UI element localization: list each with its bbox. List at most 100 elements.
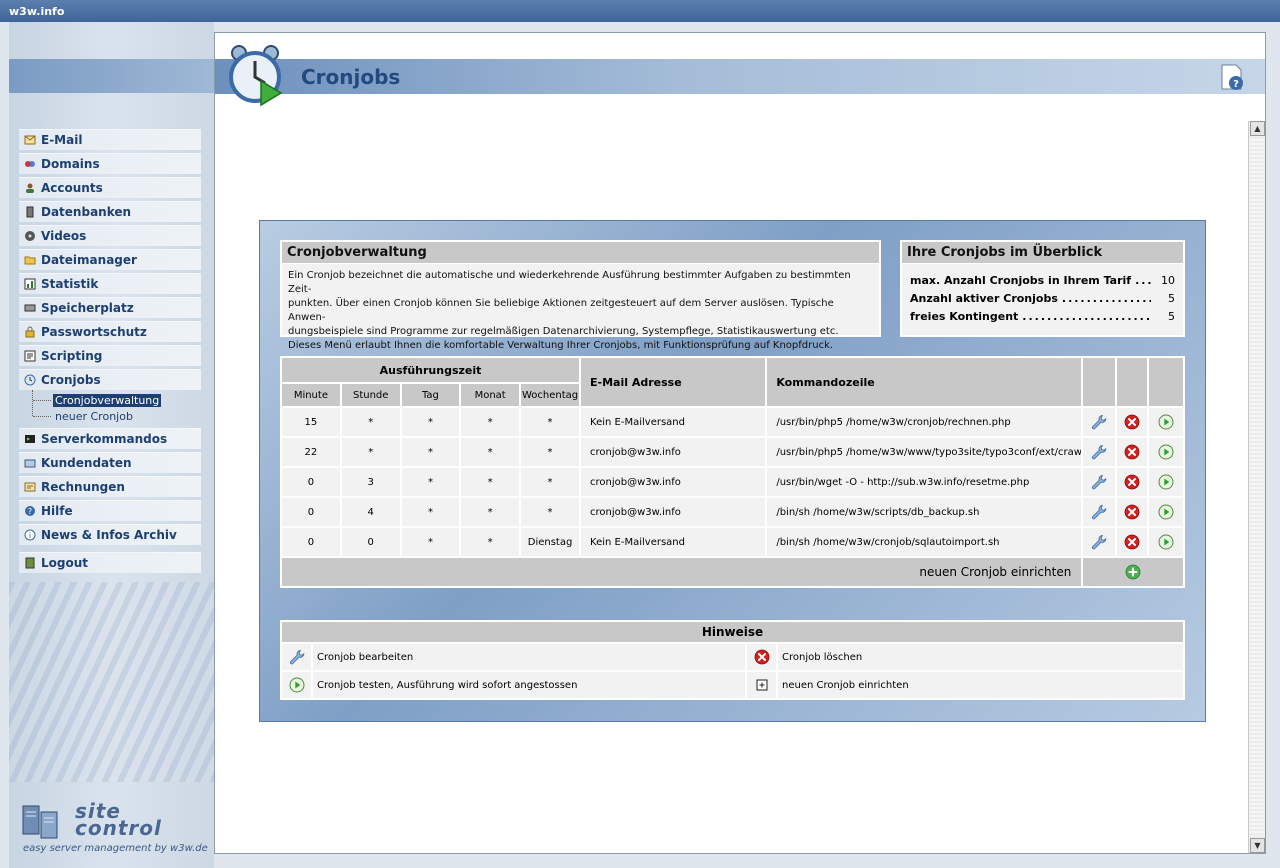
sidebar-subitem-neuer-cronjob[interactable]: neuer Cronjob	[33, 409, 135, 424]
sidebar-item-passwortschutz[interactable]: Passwortschutz	[19, 321, 201, 342]
column-header-minute: Minute	[280, 382, 342, 408]
cell-day: *	[399, 436, 462, 468]
sidebar-top-band	[9, 59, 214, 93]
window-titlebar: w3w.info	[0, 0, 1280, 22]
plus-box-icon	[754, 677, 770, 693]
run-cell	[1147, 526, 1185, 558]
column-header-delete	[1115, 356, 1150, 408]
cell-hour: 4	[339, 496, 402, 528]
sidebar-item-label: Passwortschutz	[41, 325, 147, 339]
logo-tagline: easy server management by w3w.de	[23, 843, 208, 854]
new-cronjob-link[interactable]: neuen Cronjob einrichten	[279, 556, 1084, 588]
sidebar-item-rechnungen[interactable]: Rechnungen	[19, 476, 201, 497]
overview-row-active: Anzahl aktiver Cronjobs ................…	[902, 289, 1183, 307]
sidebar-item-cronjobs[interactable]: Cronjobs	[19, 369, 201, 390]
sidebar-item-logout[interactable]: Logout	[19, 552, 201, 573]
delete-icon[interactable]	[1124, 534, 1140, 550]
sidebar-subitem-cronjobverwaltung[interactable]: Cronjobverwaltung	[33, 393, 162, 408]
sidebar-item-news-infos-archiv[interactable]: i News & Infos Archiv	[19, 524, 201, 545]
cell-email: Kein E-Mailversand	[579, 406, 768, 438]
page-help-icon[interactable]: ?	[1219, 63, 1245, 91]
folder-icon	[23, 254, 37, 267]
play-icon[interactable]	[1158, 444, 1174, 460]
run-cell	[1147, 406, 1185, 438]
overview-label: freies Kontingent	[910, 309, 1019, 323]
play-icon[interactable]	[1158, 414, 1174, 430]
cronjob-overview-box: Ihre Cronjobs im Überblick max. Anzahl C…	[900, 240, 1185, 337]
cell-month: *	[459, 526, 522, 558]
sidebar-item-videos[interactable]: Videos	[19, 225, 201, 246]
statistics-icon	[23, 278, 37, 291]
cronjobs-subnav: Cronjobverwaltung neuer Cronjob	[19, 390, 201, 424]
cell-day: *	[399, 496, 462, 528]
info-line: dungsbeispiele sind Programme zur regelm…	[288, 326, 839, 337]
hint-delete-text: Cronjob löschen	[776, 642, 1185, 672]
sidebar-subitem-label: neuer Cronjob	[55, 410, 133, 423]
sidebar-item-statistik[interactable]: Statistik	[19, 273, 201, 294]
alarm-clock-icon	[229, 45, 283, 107]
sidebar-item-serverkommandos[interactable]: Serverkommandos	[19, 428, 201, 449]
wrench-icon	[289, 649, 305, 665]
play-icon[interactable]	[1158, 504, 1174, 520]
sidebar-item-label: Serverkommandos	[41, 432, 168, 446]
delete-cell	[1115, 436, 1150, 468]
delete-icon[interactable]	[1124, 474, 1140, 490]
cell-weekday: Dienstag	[519, 526, 582, 558]
sidebar-item-label: Logout	[41, 556, 89, 570]
cell-month: *	[459, 496, 522, 528]
table-row: 0 3 * * * cronjob@w3w.info /usr/bin/wget…	[280, 466, 1185, 498]
play-icon[interactable]	[1158, 534, 1174, 550]
add-icon[interactable]	[1125, 564, 1141, 580]
cell-command: /bin/sh /home/w3w/scripts/db_backup.sh	[765, 496, 1084, 528]
terminal-icon	[23, 433, 37, 446]
sidebar-item-domains[interactable]: Domains	[19, 153, 201, 174]
svg-text:i: i	[29, 531, 31, 540]
overview-value: 5	[1168, 309, 1175, 323]
sidebar-item-label: Dateimanager	[41, 253, 137, 267]
svg-text:?: ?	[1233, 79, 1239, 90]
table-row: 15 * * * * Kein E-Mailversand /usr/bin/p…	[280, 406, 1185, 438]
vertical-scrollbar[interactable]: ▲ ▼	[1248, 121, 1265, 853]
sidebar-item-speicherplatz[interactable]: Speicherplatz	[19, 297, 201, 318]
sidebar-item-scripting[interactable]: Scripting	[19, 345, 201, 366]
wrench-icon[interactable]	[1091, 474, 1107, 490]
column-header-command: Kommandozeile	[765, 356, 1084, 408]
tree-connector	[33, 400, 51, 401]
column-header-edit	[1081, 356, 1118, 408]
sidebar-item-email[interactable]: E-Mail	[19, 129, 201, 150]
cell-hour: 0	[339, 526, 402, 558]
sidebar-item-accounts[interactable]: Accounts	[19, 177, 201, 198]
scroll-down-button[interactable]: ▼	[1250, 838, 1265, 853]
delete-icon[interactable]	[1124, 444, 1140, 460]
sidebar-item-hilfe[interactable]: ? Hilfe	[19, 500, 201, 521]
sidebar-item-label: Rechnungen	[41, 480, 125, 494]
help-icon: ?	[23, 505, 37, 518]
wrench-icon[interactable]	[1091, 414, 1107, 430]
overview-row-max: max. Anzahl Cronjobs in Ihrem Tarif ....…	[902, 271, 1183, 289]
wrench-icon[interactable]	[1091, 534, 1107, 550]
cell-email: Kein E-Mailversand	[579, 526, 768, 558]
tree-connector	[33, 416, 51, 417]
overview-label: max. Anzahl Cronjobs in Ihrem Tarif	[910, 273, 1132, 287]
sidebar-item-label: Speicherplatz	[41, 301, 134, 315]
play-icon[interactable]	[1158, 474, 1174, 490]
wrench-icon[interactable]	[1091, 504, 1107, 520]
info-line: punkten. Über einen Cronjob können Sie b…	[288, 298, 834, 323]
scroll-up-button[interactable]: ▲	[1250, 121, 1265, 136]
new-cronjob-cell	[1081, 556, 1185, 588]
run-cell	[1147, 436, 1185, 468]
scroll-thumb[interactable]	[1250, 137, 1265, 835]
delete-icon[interactable]	[1124, 504, 1140, 520]
sidebar-subitem-label: Cronjobverwaltung	[53, 394, 162, 407]
sidebar-item-dateimanager[interactable]: Dateimanager	[19, 249, 201, 270]
column-header-run	[1147, 356, 1185, 408]
sidebar-item-kundendaten[interactable]: Kundendaten	[19, 452, 201, 473]
wrench-icon[interactable]	[1091, 444, 1107, 460]
cell-minute: 0	[280, 466, 342, 498]
cell-month: *	[459, 466, 522, 498]
delete-icon[interactable]	[1124, 414, 1140, 430]
main-panel: Cronjobs ? ▲ ▼ Cronjobverwaltung Ein Cro…	[214, 32, 1266, 854]
cell-email: cronjob@w3w.info	[579, 496, 768, 528]
sidebar-item-datenbanken[interactable]: Datenbanken	[19, 201, 201, 222]
play-icon	[289, 677, 305, 693]
